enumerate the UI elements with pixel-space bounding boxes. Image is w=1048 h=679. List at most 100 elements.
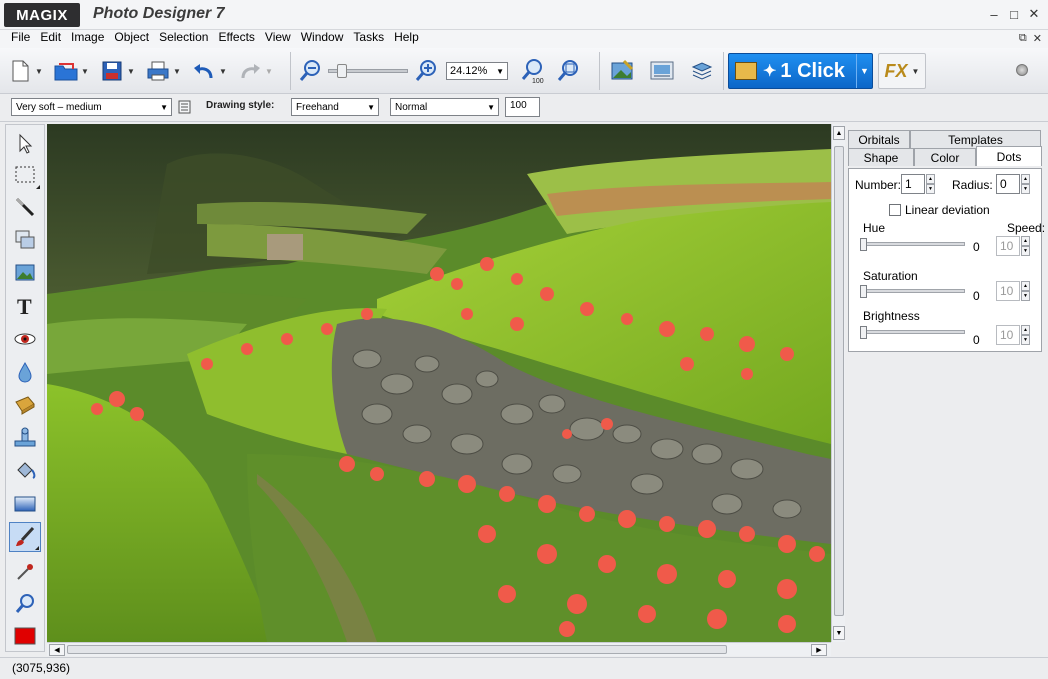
menu-object[interactable]: Object — [109, 30, 154, 48]
status-indicator-icon[interactable] — [1016, 64, 1028, 76]
zoom-in-button[interactable] — [412, 57, 440, 85]
number-field[interactable]: 1 — [901, 174, 925, 194]
menu-help[interactable]: Help — [389, 30, 424, 48]
tab-shape[interactable]: Shape — [848, 148, 914, 166]
brightness-slider-thumb[interactable] — [860, 326, 867, 339]
scroll-right-button[interactable]: ▶ — [811, 644, 827, 656]
saturation-speed-stepper[interactable]: ▲ ▼ — [1021, 281, 1030, 301]
new-file-button[interactable] — [6, 57, 34, 85]
radius-field[interactable]: 0 — [996, 174, 1020, 194]
horizontal-scrollbar[interactable]: ◀ ▶ — [47, 642, 831, 656]
tool-rectangle-selection[interactable] — [9, 160, 41, 190]
hue-speed-field[interactable]: 10 — [996, 236, 1020, 256]
printer-icon — [147, 61, 169, 81]
image-canvas[interactable] — [47, 124, 831, 642]
hue-slider-thumb[interactable] — [860, 238, 867, 251]
zoom-slider[interactable] — [328, 64, 408, 78]
menu-file[interactable]: File — [6, 30, 35, 48]
status-bar: (3075,936) — [0, 657, 1048, 679]
one-click-button[interactable]: ✦ 1 Click ▼ — [728, 53, 873, 89]
linear-deviation-checkbox[interactable] — [889, 204, 901, 216]
brightness-label: Brightness — [863, 309, 920, 323]
saturation-slider[interactable] — [861, 289, 965, 293]
menu-tasks[interactable]: Tasks — [348, 30, 389, 48]
tool-sponge[interactable] — [9, 390, 41, 420]
tool-fill[interactable] — [9, 456, 41, 486]
tool-select[interactable] — [9, 129, 41, 159]
undo-dropdown[interactable]: ▼ — [218, 67, 228, 76]
zoom-level-select[interactable]: 24.12% ▼ — [446, 62, 508, 80]
brightness-speed-field[interactable]: 10 — [996, 325, 1020, 345]
tool-object[interactable] — [9, 225, 41, 255]
document-restore-button[interactable]: ⧉ — [1019, 32, 1027, 45]
tool-brush-stroke[interactable] — [9, 192, 41, 222]
hue-speed-stepper[interactable]: ▲ ▼ — [1021, 236, 1030, 256]
tool-gradient[interactable] — [9, 489, 41, 519]
zoom-fit-icon — [557, 60, 578, 81]
opacity-field[interactable]: 100 — [505, 97, 540, 117]
minimize-button[interactable]: – — [986, 6, 1002, 22]
menu-edit[interactable]: Edit — [35, 30, 66, 48]
redo-dropdown[interactable]: ▼ — [264, 67, 274, 76]
open-dropdown[interactable]: ▼ — [80, 67, 90, 76]
tool-clone-stamp[interactable] — [9, 423, 41, 453]
save-button[interactable] — [98, 57, 126, 85]
zoom-fit-button[interactable] — [554, 57, 582, 85]
drawing-style-label: Drawing style: — [206, 100, 275, 111]
zoom-slider-thumb[interactable] — [337, 64, 347, 78]
drawing-style-select[interactable]: Freehand ▼ — [291, 98, 379, 116]
one-click-dropdown[interactable]: ▼ — [856, 54, 872, 88]
menu-image[interactable]: Image — [66, 30, 109, 48]
hue-slider[interactable] — [861, 242, 965, 246]
foreground-color-swatch[interactable] — [9, 621, 41, 651]
tool-eyedropper[interactable] — [9, 557, 41, 587]
blend-mode-select[interactable]: Normal ▼ — [390, 98, 499, 116]
fx-button[interactable]: FX ▼ — [878, 53, 926, 89]
menu-effects[interactable]: Effects — [213, 30, 259, 48]
tool-paint-brush[interactable] — [9, 522, 41, 552]
tool-zoom[interactable] — [9, 589, 41, 619]
saturation-slider-thumb[interactable] — [860, 285, 867, 298]
print-dropdown[interactable]: ▼ — [172, 67, 182, 76]
saturation-value: 0 — [973, 289, 980, 303]
redo-button[interactable] — [236, 57, 264, 85]
document-close-button[interactable]: ✕ — [1033, 32, 1042, 45]
tool-water-drop[interactable] — [9, 357, 41, 387]
image-view-button[interactable] — [648, 57, 676, 85]
layers-button[interactable] — [688, 57, 716, 85]
tool-image[interactable] — [9, 258, 41, 288]
tool-text[interactable]: T — [9, 291, 41, 321]
brush-preset-select[interactable]: Very soft – medium ▼ — [11, 98, 172, 116]
maximize-button[interactable]: □ — [1006, 6, 1022, 22]
undo-button[interactable] — [190, 57, 218, 85]
saturation-speed-field[interactable]: 10 — [996, 281, 1020, 301]
menu-window[interactable]: Window — [296, 30, 349, 48]
options-bar: Very soft – medium ▼ Drawing style: Freeh… — [0, 94, 1048, 122]
new-file-dropdown[interactable]: ▼ — [34, 67, 44, 76]
zoom-out-button[interactable] — [296, 57, 324, 85]
save-dropdown[interactable]: ▼ — [126, 67, 136, 76]
scroll-left-button[interactable]: ◀ — [49, 644, 65, 656]
open-button[interactable] — [52, 57, 80, 85]
menu-selection[interactable]: Selection — [154, 30, 213, 48]
horizontal-scroll-thumb[interactable] — [67, 645, 727, 654]
close-button[interactable]: ✕ — [1026, 6, 1042, 22]
vertical-scrollbar[interactable]: ▲ ▼ — [831, 124, 845, 642]
tab-color[interactable]: Color — [914, 148, 976, 166]
vertical-scroll-thumb[interactable] — [834, 146, 844, 616]
brightness-speed-stepper[interactable]: ▲ ▼ — [1021, 325, 1030, 345]
tool-red-eye[interactable] — [9, 324, 41, 354]
zoom-100-button[interactable]: 100 — [518, 57, 546, 85]
tab-orbitals[interactable]: Orbitals — [848, 130, 910, 148]
blend-mode-value: Normal — [395, 101, 428, 113]
brush-list-icon[interactable] — [178, 100, 191, 114]
tab-dots[interactable]: Dots — [976, 146, 1042, 166]
scroll-up-button[interactable]: ▲ — [833, 126, 845, 140]
number-stepper[interactable]: ▲ ▼ — [926, 174, 935, 194]
photo-adjust-button[interactable] — [608, 57, 636, 85]
scroll-down-button[interactable]: ▼ — [833, 626, 845, 640]
print-button[interactable] — [144, 57, 172, 85]
radius-stepper[interactable]: ▲ ▼ — [1021, 174, 1030, 194]
brightness-slider[interactable] — [861, 330, 965, 334]
menu-view[interactable]: View — [260, 30, 296, 48]
